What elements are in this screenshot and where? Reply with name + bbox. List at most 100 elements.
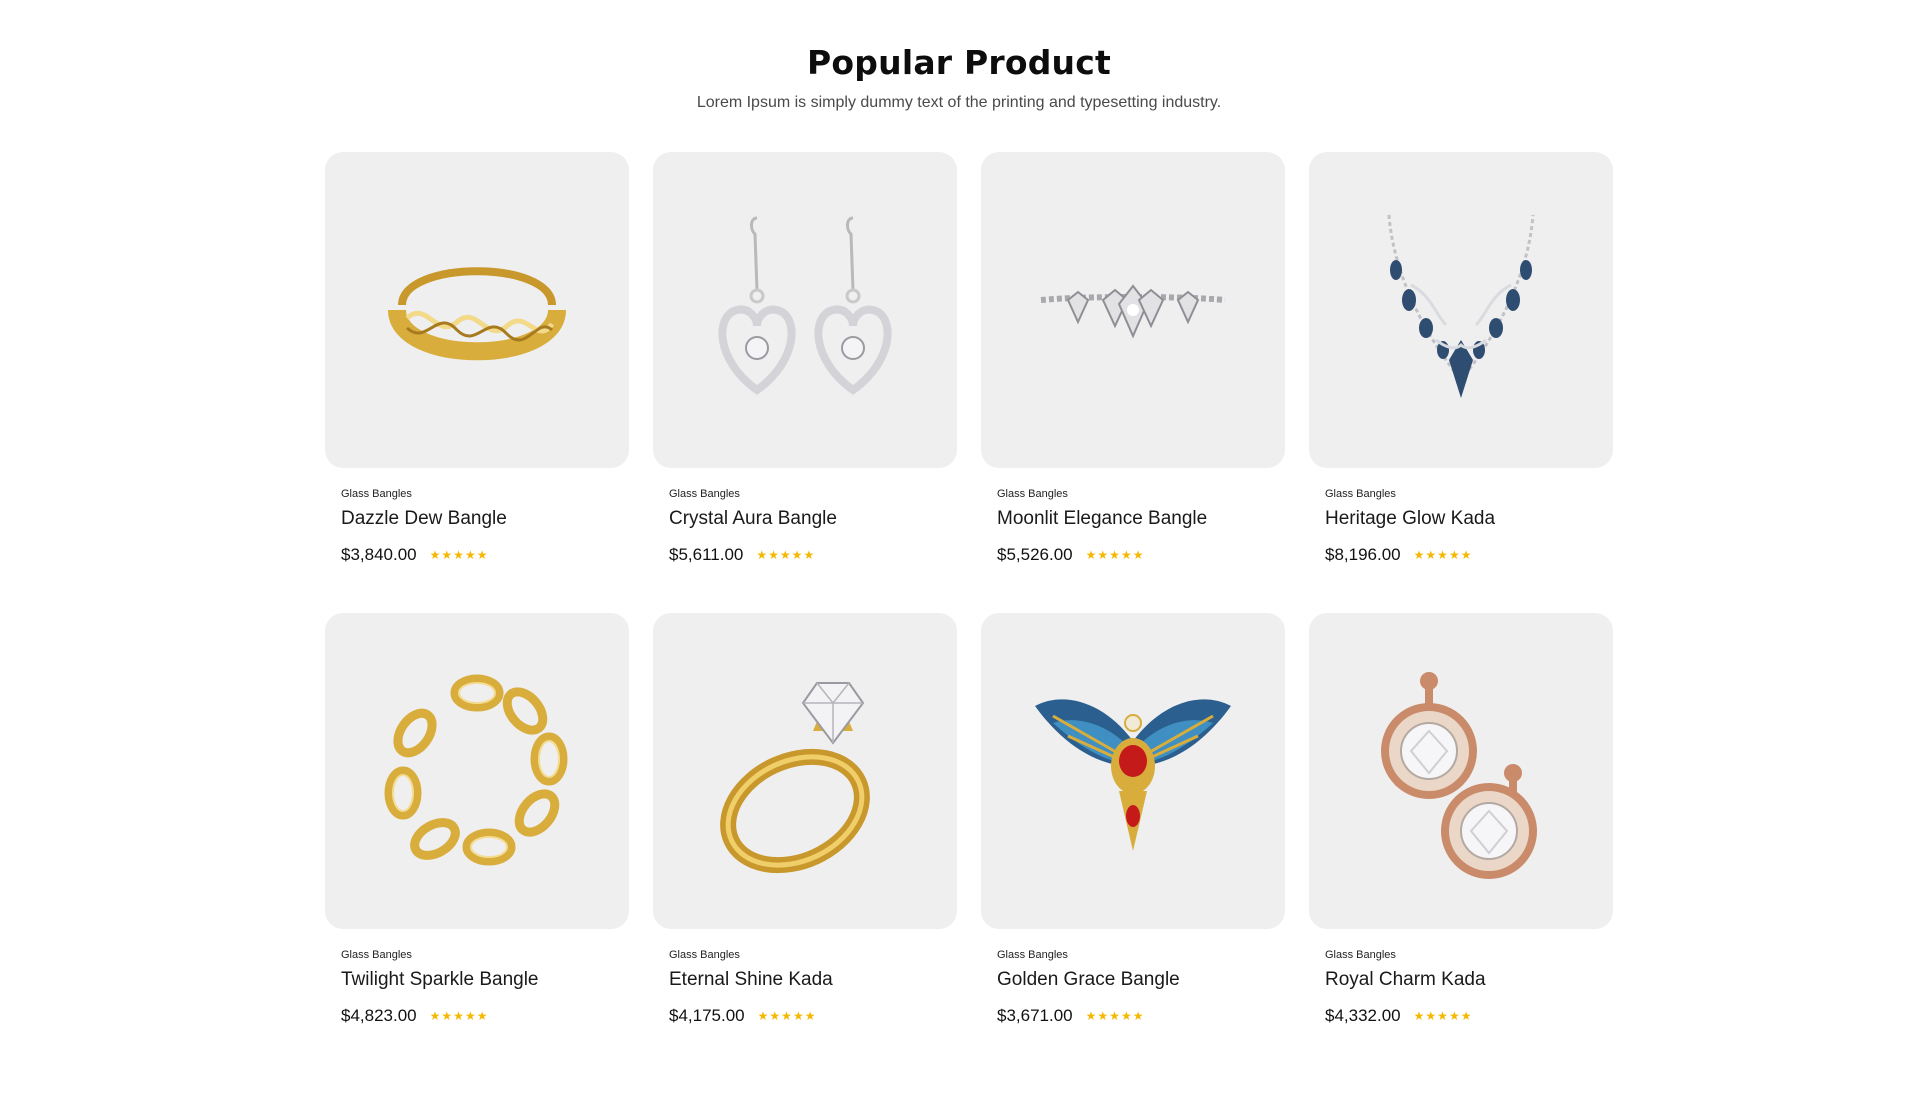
product-card[interactable]: Glass Bangles Heritage Glow Kada $8,196.… [1309, 152, 1613, 566]
star-icon: ★ [476, 1009, 488, 1023]
diamond-bracelet-icon [1040, 284, 1226, 339]
product-name[interactable]: Moonlit Elegance Bangle [997, 507, 1269, 531]
star-icon: ★ [1109, 1009, 1120, 1023]
product-name[interactable]: Royal Charm Kada [1325, 968, 1597, 992]
star-icon: ★ [464, 548, 476, 562]
product-name[interactable]: Heritage Glow Kada [1325, 507, 1597, 531]
product-price: $4,332.00 [1325, 1006, 1401, 1025]
product-price: $5,526.00 [997, 545, 1073, 564]
star-icon: ★ [453, 1009, 464, 1023]
product-image[interactable] [1309, 613, 1613, 929]
star-icon: ★ [1460, 1009, 1472, 1023]
star-icon: ★ [781, 1009, 792, 1023]
star-icon: ★ [792, 1009, 804, 1023]
star-icon: ★ [1448, 1009, 1460, 1023]
star-icon: ★ [1413, 1009, 1425, 1023]
product-card[interactable]: Glass Bangles Eternal Shine Kada $4,175.… [653, 613, 957, 1027]
star-icon: ★ [1460, 548, 1472, 562]
product-category: Glass Bangles [1325, 949, 1396, 961]
star-icon: ★ [1109, 548, 1120, 562]
star-icon: ★ [429, 548, 441, 562]
star-icon: ★ [803, 548, 815, 562]
star-icon: ★ [1448, 548, 1460, 562]
product-name[interactable]: Eternal Shine Kada [669, 968, 941, 992]
product-image[interactable] [325, 152, 629, 468]
star-icon: ★ [453, 548, 464, 562]
rating-stars: ★ ★ ★ ★ ★ [1086, 549, 1145, 561]
star-icon: ★ [769, 1009, 781, 1023]
star-icon: ★ [779, 548, 791, 562]
rating-stars: ★ ★ ★ ★ ★ [756, 549, 815, 561]
product-image[interactable] [981, 152, 1285, 468]
star-icon: ★ [1120, 1009, 1132, 1023]
star-icon: ★ [1425, 1009, 1437, 1023]
star-icon: ★ [1413, 548, 1425, 562]
product-card[interactable]: Glass Bangles Golden Grace Bangle $3,671… [981, 613, 1285, 1027]
winged-brooch-icon [1035, 699, 1231, 851]
star-icon: ★ [1425, 548, 1437, 562]
section-header: Popular Product Lorem Ipsum is simply du… [0, 40, 1918, 114]
product-card[interactable]: Glass Bangles Royal Charm Kada $4,332.00… [1309, 613, 1613, 1027]
star-icon: ★ [804, 1009, 816, 1023]
rating-stars: ★ ★ ★ ★ ★ [430, 1010, 489, 1022]
section-subtitle: Lorem Ipsum is simply dummy text of the … [696, 94, 1222, 111]
product-price: $4,823.00 [341, 1006, 417, 1025]
silver-heart-earrings-icon [718, 216, 892, 395]
product-price: $3,671.00 [997, 1006, 1073, 1025]
product-image[interactable] [1309, 152, 1613, 468]
star-icon: ★ [1132, 548, 1144, 562]
star-icon: ★ [757, 1009, 769, 1023]
product-card[interactable]: Glass Bangles Crystal Aura Bangle $5,611… [653, 152, 957, 566]
product-category: Glass Bangles [1325, 488, 1396, 500]
product-image[interactable] [653, 152, 957, 468]
product-card[interactable]: Glass Bangles Dazzle Dew Bangle $3,840.0… [325, 152, 629, 566]
product-price: $5,611.00 [669, 545, 744, 564]
star-icon: ★ [1097, 1009, 1109, 1023]
product-category: Glass Bangles [997, 949, 1068, 961]
product-name[interactable]: Golden Grace Bangle [997, 968, 1269, 992]
product-image[interactable] [325, 613, 629, 929]
star-icon: ★ [1437, 548, 1448, 562]
rating-stars: ★ ★ ★ ★ ★ [1414, 549, 1473, 561]
product-price: $8,196.00 [1325, 545, 1401, 564]
star-icon: ★ [476, 548, 488, 562]
star-icon: ★ [768, 548, 779, 562]
product-category: Glass Bangles [997, 488, 1068, 500]
rating-stars: ★ ★ ★ ★ ★ [1086, 1010, 1145, 1022]
product-price: $4,175.00 [669, 1006, 745, 1025]
sapphire-necklace-icon [1387, 214, 1535, 398]
product-card[interactable]: Glass Bangles Moonlit Elegance Bangle $5… [981, 152, 1285, 566]
product-grid: Glass Bangles Dazzle Dew Bangle $3,840.0… [325, 152, 1613, 1027]
product-category: Glass Bangles [669, 949, 740, 961]
star-icon: ★ [1085, 548, 1097, 562]
star-icon: ★ [1097, 548, 1109, 562]
product-price: $3,840.00 [341, 545, 417, 564]
star-icon: ★ [441, 548, 453, 562]
rating-stars: ★ ★ ★ ★ ★ [758, 1010, 817, 1022]
product-name[interactable]: Crystal Aura Bangle [669, 507, 941, 531]
product-image[interactable] [653, 613, 957, 929]
gold-diamond-ring-icon [720, 682, 870, 874]
star-icon: ★ [429, 1009, 441, 1023]
section-title: Popular Product [807, 43, 1111, 82]
rating-stars: ★ ★ ★ ★ ★ [1414, 1010, 1473, 1022]
star-icon: ★ [791, 548, 803, 562]
product-name[interactable]: Dazzle Dew Bangle [341, 507, 613, 531]
popular-products-page: Popular Product Lorem Ipsum is simply du… [0, 0, 1918, 1096]
product-category: Glass Bangles [341, 949, 412, 961]
gold-chain-bracelet-icon [384, 674, 568, 866]
star-icon: ★ [1132, 1009, 1144, 1023]
product-card[interactable]: Glass Bangles Twilight Sparkle Bangle $4… [325, 613, 629, 1027]
star-icon: ★ [1437, 1009, 1448, 1023]
rose-gold-stud-earrings-icon [1381, 672, 1537, 879]
product-name[interactable]: Twilight Sparkle Bangle [341, 968, 613, 992]
product-category: Glass Bangles [341, 488, 412, 500]
star-icon: ★ [1120, 548, 1132, 562]
star-icon: ★ [756, 548, 768, 562]
product-category: Glass Bangles [669, 488, 740, 500]
gold-braided-cuff-icon [388, 267, 566, 361]
star-icon: ★ [464, 1009, 476, 1023]
star-icon: ★ [441, 1009, 453, 1023]
rating-stars: ★ ★ ★ ★ ★ [430, 549, 489, 561]
product-image[interactable] [981, 613, 1285, 929]
